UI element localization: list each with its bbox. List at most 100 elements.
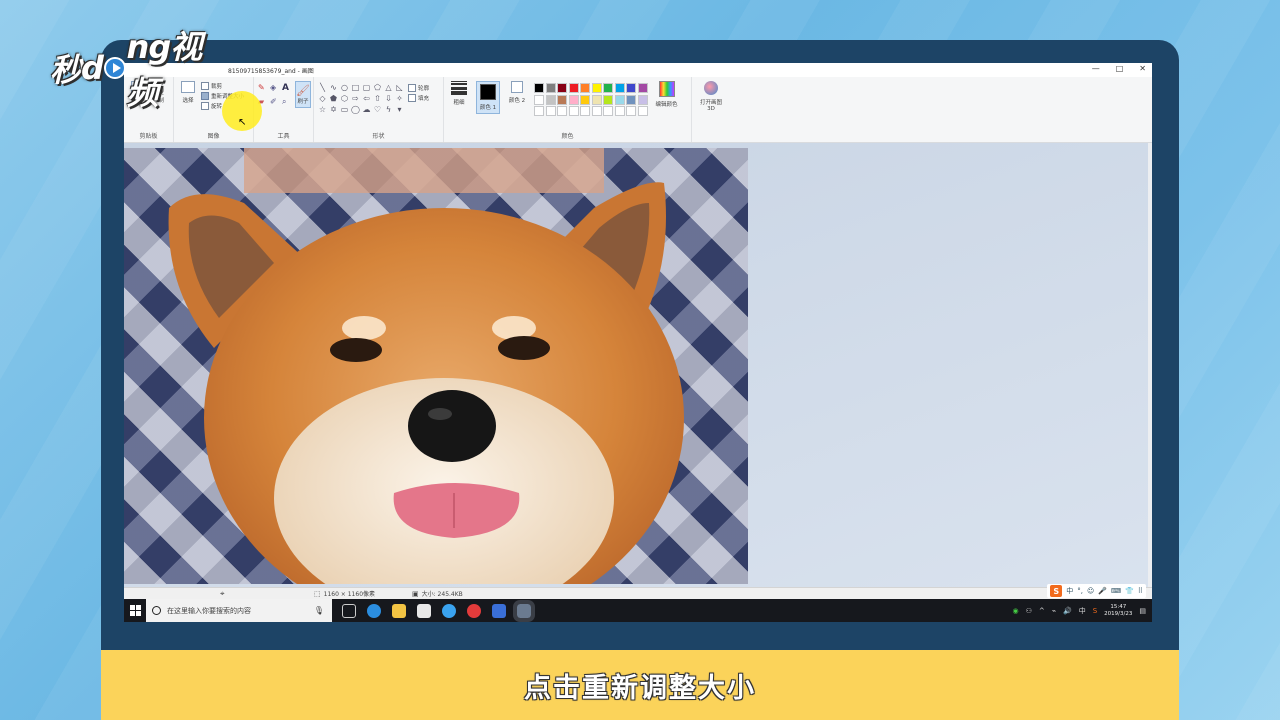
- callout-rect-shape-icon[interactable]: ▭: [340, 105, 349, 114]
- ime-keyboard-icon[interactable]: ⌨: [1111, 587, 1121, 595]
- palette-swatch-29[interactable]: [637, 106, 648, 116]
- palette-swatch-27[interactable]: [614, 106, 625, 116]
- brush-button[interactable]: 🖌 刷子: [295, 81, 311, 108]
- taskbar-search-box[interactable]: 在这里输入你要搜索的内容 🎙: [146, 599, 332, 622]
- arrow-down-shape-icon[interactable]: ⇩: [384, 94, 393, 103]
- eraser-icon[interactable]: ▰: [258, 97, 267, 108]
- diamond-shape-icon[interactable]: ◇: [318, 94, 327, 103]
- triangle-shape-icon[interactable]: △: [384, 83, 393, 92]
- edit-colors-button[interactable]: 编辑颜色: [654, 81, 680, 108]
- vertical-scrollbar[interactable]: [1148, 143, 1152, 587]
- store-icon[interactable]: [417, 603, 431, 618]
- sogou-tray-icon[interactable]: S: [1093, 607, 1097, 615]
- palette-swatch-26[interactable]: [603, 106, 613, 116]
- pentagon-shape-icon[interactable]: ⬟: [329, 94, 338, 103]
- heart-shape-icon[interactable]: ♡: [373, 105, 382, 114]
- palette-swatch-25[interactable]: [591, 106, 602, 116]
- text-icon[interactable]: A: [282, 83, 291, 94]
- oval-shape-icon[interactable]: ○: [340, 83, 349, 92]
- open-paint3d-button[interactable]: 打开画图 3D: [696, 81, 726, 112]
- polygon-shape-icon[interactable]: ⬠: [373, 83, 382, 92]
- arrow-up-shape-icon[interactable]: ⇧: [373, 94, 382, 103]
- canvas-image[interactable]: [124, 148, 748, 584]
- paint-app-icon[interactable]: [513, 599, 535, 622]
- palette-swatch-1[interactable]: [545, 83, 556, 93]
- palette-swatch-23[interactable]: [568, 106, 579, 116]
- palette-swatch-6[interactable]: [603, 83, 613, 93]
- star5-shape-icon[interactable]: ☆: [318, 105, 327, 114]
- palette-swatch-11[interactable]: [545, 94, 556, 105]
- ime-lang-toggle[interactable]: 中: [1066, 586, 1073, 596]
- palette-swatch-7[interactable]: [614, 83, 625, 93]
- magnifier-icon[interactable]: ⌕: [282, 97, 291, 108]
- palette-swatch-21[interactable]: [545, 106, 556, 116]
- star4-shape-icon[interactable]: ✧: [395, 94, 404, 103]
- palette-swatch-0[interactable]: [534, 83, 544, 93]
- arrow-right-shape-icon[interactable]: ⇨: [351, 94, 360, 103]
- star6-shape-icon[interactable]: ✡: [329, 105, 338, 114]
- palette-swatch-8[interactable]: [626, 83, 636, 93]
- hexagon-shape-icon[interactable]: ⬡: [340, 94, 349, 103]
- color2-button[interactable]: 颜色 2: [506, 81, 528, 104]
- palette-swatch-19[interactable]: [637, 94, 648, 105]
- tray-expand-icon[interactable]: ^: [1039, 607, 1045, 615]
- microphone-icon[interactable]: 🎙: [314, 606, 324, 615]
- color-palette[interactable]: [534, 83, 648, 116]
- palette-swatch-28[interactable]: [626, 106, 636, 116]
- app-dark-blue-icon[interactable]: [492, 603, 506, 618]
- callout-oval-shape-icon[interactable]: ◯: [351, 105, 360, 114]
- palette-swatch-22[interactable]: [557, 106, 567, 116]
- size-button[interactable]: 粗细: [448, 81, 470, 106]
- palette-swatch-14[interactable]: [580, 94, 590, 105]
- ime-punct-icon[interactable]: °,: [1077, 587, 1083, 595]
- curve-shape-icon[interactable]: ∿: [329, 83, 338, 92]
- security-icon[interactable]: ◉: [1013, 607, 1019, 615]
- file-explorer-icon[interactable]: [392, 603, 406, 618]
- palette-swatch-18[interactable]: [626, 94, 636, 105]
- ime-user-icon[interactable]: 👕: [1125, 587, 1134, 595]
- round-rect-shape-icon[interactable]: ▢: [362, 83, 371, 92]
- lightning-shape-icon[interactable]: ϟ: [384, 105, 393, 114]
- palette-swatch-5[interactable]: [591, 83, 602, 93]
- ime-emoji-icon[interactable]: ☺: [1087, 587, 1094, 595]
- app-blue-icon[interactable]: [442, 603, 456, 618]
- notification-icon[interactable]: ▤: [1139, 607, 1146, 615]
- fill-icon[interactable]: ◈: [270, 83, 279, 94]
- right-triangle-shape-icon[interactable]: ◺: [395, 83, 404, 92]
- screen-recorder-icon[interactable]: [467, 603, 481, 618]
- palette-swatch-10[interactable]: [534, 94, 544, 105]
- pencil-icon[interactable]: ✎: [258, 83, 267, 94]
- more-shapes-icon[interactable]: ▾: [395, 105, 404, 114]
- ime-menu-icon[interactable]: ⠿: [1138, 587, 1143, 595]
- palette-swatch-4[interactable]: [580, 83, 590, 93]
- task-view-icon[interactable]: [342, 603, 356, 618]
- palette-swatch-24[interactable]: [580, 106, 590, 116]
- network-icon[interactable]: ⌁: [1052, 607, 1056, 615]
- outline-button[interactable]: 轮廓: [408, 83, 429, 93]
- palette-swatch-3[interactable]: [568, 83, 579, 93]
- rect-shape-icon[interactable]: □: [351, 83, 360, 92]
- color1-button[interactable]: 颜色 1: [476, 81, 500, 114]
- palette-swatch-17[interactable]: [614, 94, 625, 105]
- ime-tray-icon[interactable]: 中: [1079, 606, 1086, 616]
- shapes-gallery[interactable]: ╲ ∿ ○ □ ▢ ⬠ △ ◺ ◇ ⬟ ⬡ ⇨ ⇦ ⇧ ⇩ ✧ ☆ ✡ ▭ ◯ …: [318, 83, 404, 114]
- line-shape-icon[interactable]: ╲: [318, 83, 327, 92]
- palette-swatch-16[interactable]: [603, 94, 613, 105]
- volume-icon[interactable]: 🔊: [1063, 607, 1072, 615]
- start-button[interactable]: [124, 599, 146, 622]
- palette-swatch-15[interactable]: [591, 94, 602, 105]
- person-icon[interactable]: ⚇: [1026, 607, 1032, 615]
- palette-swatch-2[interactable]: [557, 83, 567, 93]
- maximize-button[interactable]: □: [1116, 64, 1124, 73]
- palette-swatch-20[interactable]: [534, 106, 544, 116]
- fill-button[interactable]: 填充: [408, 93, 429, 103]
- edge-browser-icon[interactable]: [367, 603, 381, 618]
- palette-swatch-13[interactable]: [568, 94, 579, 105]
- color-picker-icon[interactable]: ✐: [270, 97, 279, 108]
- taskbar-clock[interactable]: 15:47 2019/3/23: [1104, 604, 1132, 618]
- palette-swatch-12[interactable]: [557, 94, 567, 105]
- minimize-button[interactable]: —: [1092, 64, 1100, 73]
- cloud-shape-icon[interactable]: ☁: [362, 105, 371, 114]
- close-button[interactable]: ✕: [1139, 64, 1146, 73]
- palette-swatch-9[interactable]: [637, 83, 648, 93]
